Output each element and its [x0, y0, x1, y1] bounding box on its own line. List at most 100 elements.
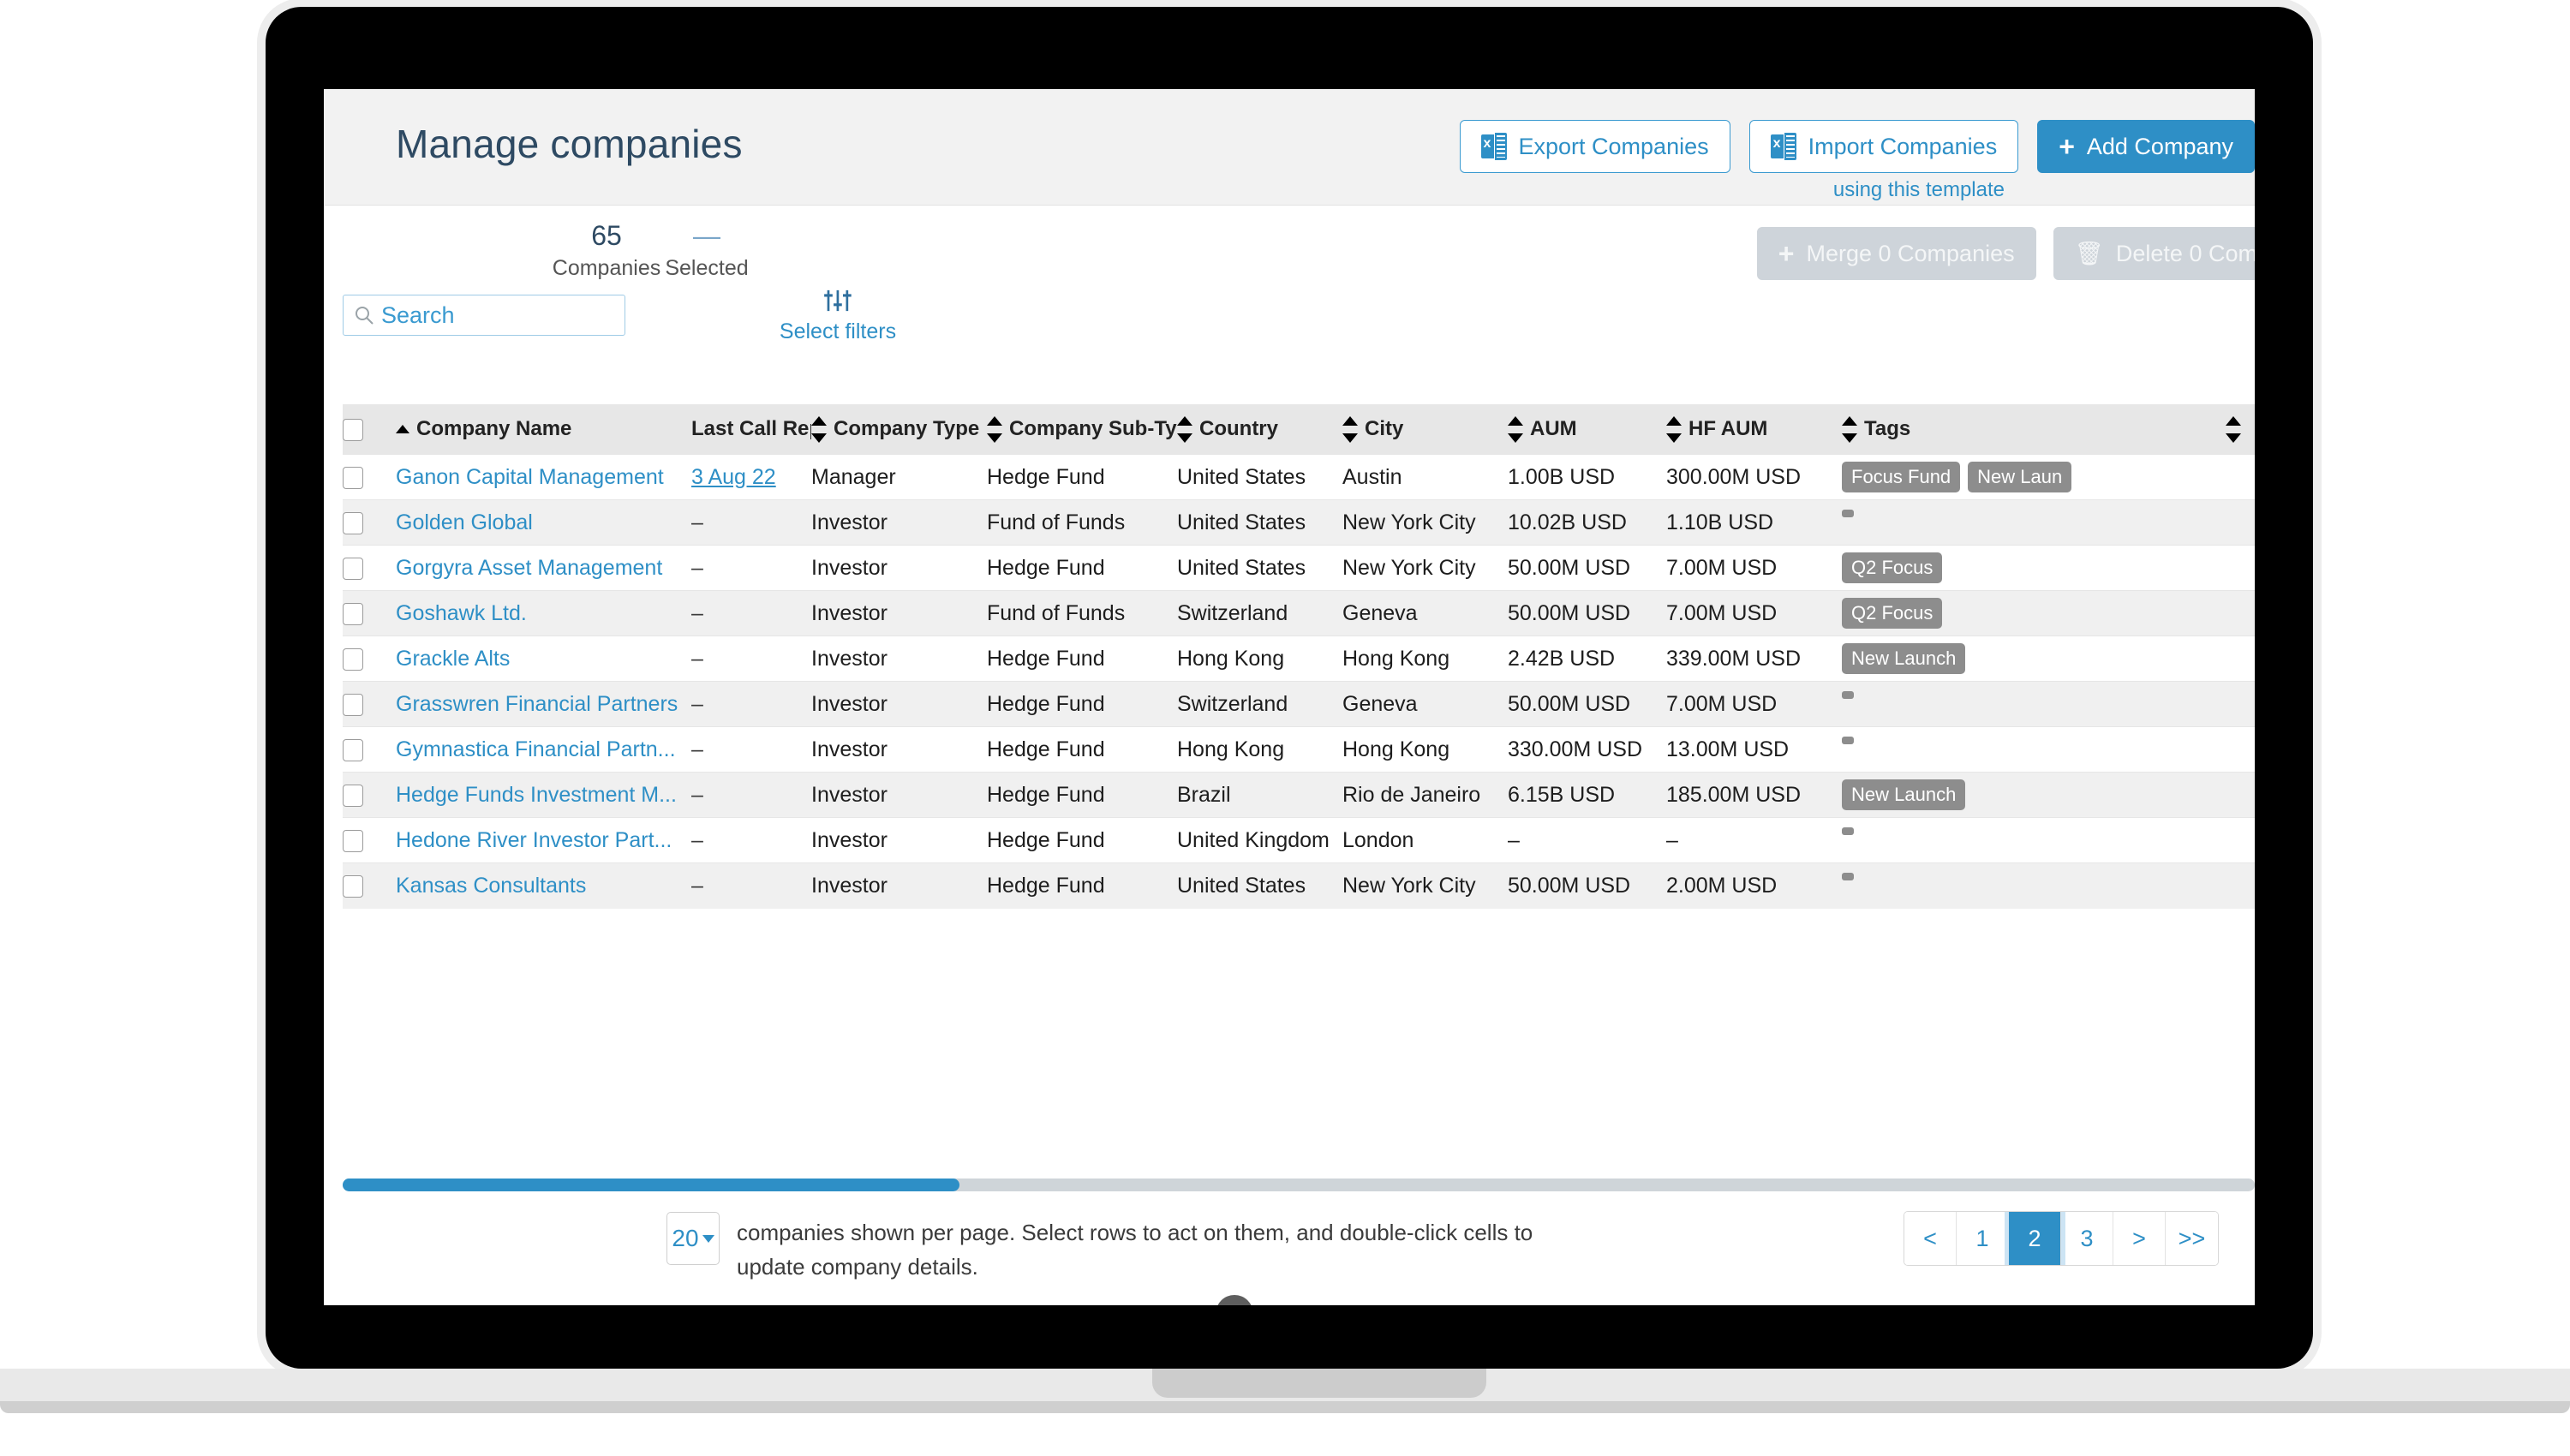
table-row[interactable]: Hedone River Investor Part... – Investor He… — [343, 817, 2255, 863]
cell-company-name[interactable]: Gorgyra Asset Management — [396, 545, 691, 591]
cell-last-call-report[interactable]: 3 Aug 22 — [691, 454, 811, 500]
add-company-button[interactable]: + Add Company — [2037, 120, 2255, 173]
cell-company-name-text[interactable]: Kansas Consultants — [396, 874, 691, 898]
using-this-template-link[interactable]: using this template — [1833, 178, 2005, 202]
sort-arrows-icon[interactable] — [1842, 415, 1857, 443]
tag-badge[interactable]: Q2 Focus — [1842, 598, 1943, 629]
search-input[interactable] — [381, 301, 604, 329]
table-row[interactable]: Goshawk Ltd. – Investor Fund of Funds Switze… — [343, 590, 2255, 636]
cell-company-name[interactable]: Gymnastica Financial Partn... — [396, 726, 691, 773]
tag-badge[interactable]: Focus Fund — [1842, 462, 1961, 492]
row-checkbox[interactable] — [343, 693, 363, 716]
cell-tags — [1842, 817, 2255, 863]
pagination-button-xx[interactable]: >> — [2166, 1212, 2218, 1265]
table-row[interactable]: Golden Global – Investor Fund of Funds Unite… — [343, 499, 2255, 546]
export-companies-button[interactable]: Export Companies — [1459, 120, 1730, 173]
cell-country-text: United Kingdom — [1177, 827, 1330, 852]
sort-arrows-icon[interactable] — [811, 415, 827, 443]
cell-tags — [1842, 862, 2255, 909]
header-cell-tags[interactable]: Tags — [1842, 404, 2255, 455]
cell-last-call-report-text[interactable]: 3 Aug 22 — [691, 465, 776, 489]
delete-companies-button[interactable]: 🗑 Delete 0 Compa — [2053, 227, 2255, 280]
cell-company-name-text[interactable]: Golden Global — [396, 510, 691, 535]
cell-company-name-text[interactable]: Hedone River Investor Part... — [396, 828, 691, 853]
pagination-button-x[interactable]: < — [1904, 1212, 1957, 1265]
pagination-button-1[interactable]: 1 — [1957, 1212, 2009, 1265]
cell-tags — [1842, 499, 2255, 546]
cell-company-type-text: Investor — [811, 782, 888, 807]
row-checkbox[interactable] — [343, 738, 363, 761]
cell-country-text: United States — [1177, 510, 1306, 534]
cell-city: London — [1342, 817, 1508, 863]
cell-company-type-text: Investor — [811, 827, 888, 852]
header-cell-company-sub-type[interactable]: Company Sub-Type — [987, 404, 1201, 455]
footer-links[interactable]: Terms and Conditions — Contact — [1272, 1301, 1599, 1306]
header-cell-hf-aum[interactable]: HF AUM — [1666, 404, 1842, 455]
select-all-checkbox[interactable] — [343, 418, 363, 441]
row-checkbox[interactable] — [343, 466, 363, 489]
selected-label: Selected — [665, 256, 749, 281]
header-cell-company-type[interactable]: Company Type — [811, 404, 987, 455]
table-row[interactable]: Ganon Capital Management 3 Aug 22 Manager H… — [343, 454, 2255, 500]
table-row[interactable]: Kansas Consultants – Investor Hedge Fund Uni… — [343, 862, 2255, 909]
row-checkbox[interactable] — [343, 511, 363, 534]
table-row[interactable]: Gorgyra Asset Management – Investor Hedge F… — [343, 545, 2255, 591]
sort-asc-icon[interactable] — [396, 425, 409, 433]
cell-aum: 50.00M USD — [1508, 862, 1666, 909]
header-cell-country[interactable]: Country — [1177, 404, 1342, 455]
cell-hf-aum-text: – — [1666, 827, 1678, 852]
header-cell-city[interactable]: City — [1342, 404, 1508, 455]
cell-company-name-text[interactable]: Grasswren Financial Partners — [396, 692, 691, 717]
sort-arrows-icon[interactable] — [987, 415, 1002, 443]
merge-companies-button[interactable]: + Merge 0 Companies — [1756, 227, 2036, 280]
sort-arrows-icon[interactable] — [1508, 415, 1523, 443]
table-row[interactable]: Hedge Funds Investment M... – Investor Hedg… — [343, 772, 2255, 818]
import-companies-button[interactable]: Import Companies — [1748, 120, 2019, 173]
tag-badge[interactable]: New Laun — [1968, 462, 2072, 492]
sort-arrows-icon[interactable] — [1342, 415, 1358, 443]
pagination-button-3[interactable]: 3 — [2061, 1212, 2113, 1265]
tag-badge[interactable]: New Launch — [1842, 643, 1966, 674]
cell-country: Hong Kong — [1177, 636, 1342, 682]
row-checkbox[interactable] — [343, 784, 363, 807]
pagination-button-2[interactable]: 2 — [2009, 1212, 2061, 1265]
row-checkbox[interactable] — [343, 557, 363, 580]
cell-company-type: Investor — [811, 499, 987, 546]
header-cell-last-call-report[interactable]: Last Call Report — [691, 404, 849, 455]
cell-company-name[interactable]: Golden Global — [396, 499, 691, 546]
header-cell-aum[interactable]: AUM — [1508, 404, 1666, 455]
tag-badge[interactable]: New Launch — [1842, 779, 1966, 810]
row-checkbox[interactable] — [343, 829, 363, 852]
search-box[interactable] — [343, 295, 625, 336]
cell-company-name[interactable]: Ganon Capital Management — [396, 454, 691, 500]
cell-company-name-text[interactable]: Goshawk Ltd. — [396, 601, 691, 626]
horizontal-scrollbar-thumb[interactable] — [343, 1179, 959, 1191]
row-checkbox[interactable] — [343, 602, 363, 625]
cell-company-name-text[interactable]: Hedge Funds Investment M... — [396, 783, 691, 808]
cell-company-name-text[interactable]: Ganon Capital Management — [396, 465, 691, 490]
cell-company-name[interactable]: Grasswren Financial Partners — [396, 681, 691, 727]
horizontal-scrollbar[interactable] — [343, 1179, 2255, 1191]
sort-arrows-icon[interactable] — [1666, 415, 1682, 443]
row-checkbox[interactable] — [343, 875, 363, 898]
cell-company-name[interactable]: Goshawk Ltd. — [396, 590, 691, 636]
per-page-select[interactable]: 20 — [666, 1212, 720, 1265]
table-row[interactable]: Grackle Alts – Investor Hedge Fund Hong Kong… — [343, 636, 2255, 682]
cell-company-name-text[interactable]: Gorgyra Asset Management — [396, 556, 691, 581]
cell-company-name[interactable]: Hedge Funds Investment M... — [396, 772, 691, 818]
tag-badge[interactable]: Q2 Focus — [1842, 552, 1943, 583]
row-checkbox[interactable] — [343, 647, 363, 671]
pagination-button-x[interactable]: > — [2113, 1212, 2166, 1265]
sort-arrows-icon[interactable] — [1177, 415, 1192, 443]
cell-company-name-text[interactable]: Gymnastica Financial Partn... — [396, 737, 691, 762]
table-row[interactable]: Gymnastica Financial Partn... – Investor He… — [343, 726, 2255, 773]
cell-company-name[interactable]: Kansas Consultants — [396, 862, 691, 909]
table-row[interactable]: Grasswren Financial Partners – Investor Hed… — [343, 681, 2255, 727]
cell-company-name[interactable]: Hedone River Investor Part... — [396, 817, 691, 863]
header-cell-company-name[interactable]: Company Name — [396, 404, 691, 455]
cell-company-name[interactable]: Grackle Alts — [396, 636, 691, 682]
cell-country-text: Brazil — [1177, 782, 1231, 807]
sort-arrows-icon-end[interactable] — [2226, 415, 2241, 443]
cell-company-name-text[interactable]: Grackle Alts — [396, 647, 691, 671]
select-filters-button[interactable]: Select filters — [780, 288, 896, 344]
